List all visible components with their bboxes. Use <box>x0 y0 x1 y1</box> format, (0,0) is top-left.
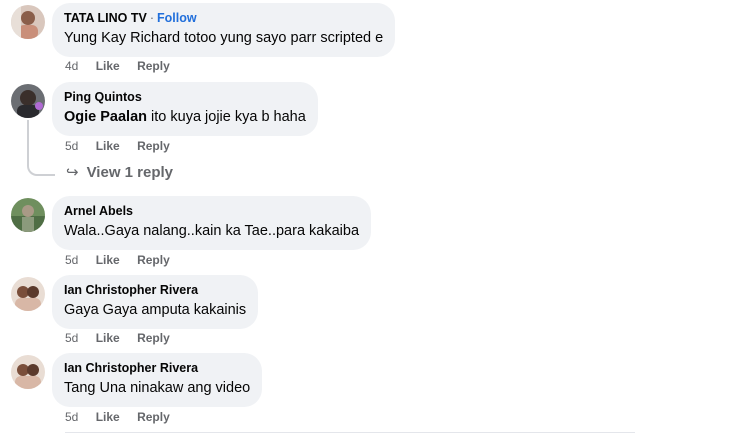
comment-text: ito kuya jojie kya b haha <box>147 109 306 125</box>
comment-time[interactable]: 5d <box>65 410 78 424</box>
reply-button[interactable]: Reply <box>137 59 170 73</box>
comment-time[interactable]: 5d <box>65 253 78 267</box>
comment-author[interactable]: Arnel Abels <box>64 203 359 219</box>
like-button[interactable]: Like <box>96 331 120 345</box>
like-button[interactable]: Like <box>96 253 120 267</box>
like-button[interactable]: Like <box>96 139 120 153</box>
follow-link[interactable]: Follow <box>157 11 197 25</box>
comment-author[interactable]: TATA LINO TV <box>64 11 147 25</box>
comment-text: Tang Una ninakaw ang video <box>64 380 251 396</box>
comment-actions: 5d Like Reply <box>65 331 184 345</box>
view-replies-label: View 1 reply <box>86 164 174 181</box>
comment-time[interactable]: 5d <box>65 139 78 153</box>
comment-bubble: Ping Quintos Ogie Paalan ito kuya jojie … <box>52 82 318 136</box>
comment-bubble: TATA LINO TV · Follow Yung Kay Richard tot… <box>52 3 396 57</box>
comment-bubble: Ian Christopher Rivera Tang Una ninakaw … <box>52 353 263 407</box>
reply-button[interactable]: Reply <box>137 139 170 153</box>
avatar[interactable] <box>11 355 45 389</box>
comment-actions: 5d Like Reply <box>65 139 184 153</box>
thread-line <box>27 120 55 176</box>
view-replies-button[interactable]: ↪ View 1 reply <box>66 163 173 181</box>
comment-actions: 5d Like Reply <box>65 253 184 267</box>
comment-author[interactable]: Ping Quintos <box>64 89 306 105</box>
comment-text: Gaya Gaya amputa kakainis <box>64 302 247 318</box>
comment-text: Yung Kay Richard totoo yung sayo parr sc… <box>64 30 384 46</box>
comment-bubble: Arnel Abels Wala..Gaya nalang..kain ka T… <box>52 196 372 250</box>
comment-actions: 5d Like Reply <box>65 410 184 424</box>
avatar[interactable] <box>11 198 45 232</box>
reply-arrow-icon: ↪ <box>66 164 79 181</box>
avatar[interactable] <box>11 277 45 311</box>
reply-button[interactable]: Reply <box>137 253 170 267</box>
comment-time[interactable]: 5d <box>65 331 78 345</box>
comment-time[interactable]: 4d <box>65 59 78 73</box>
like-button[interactable]: Like <box>96 410 120 424</box>
reply-button[interactable]: Reply <box>137 331 170 345</box>
reply-button[interactable]: Reply <box>137 410 170 424</box>
comment-actions: 4d Like Reply <box>65 59 184 73</box>
avatar[interactable] <box>11 5 45 39</box>
comment-text: Wala..Gaya nalang..kain ka Tae..para kak… <box>64 223 360 239</box>
comment-bubble: Ian Christopher Rivera Gaya Gaya amputa … <box>52 275 259 329</box>
separator-dot: · <box>149 11 155 25</box>
comment-author[interactable]: Ian Christopher Rivera <box>64 282 246 298</box>
avatar[interactable] <box>11 84 45 118</box>
comment-author[interactable]: Ian Christopher Rivera <box>64 360 250 376</box>
mentioned-user[interactable]: Ogie Paalan <box>64 109 147 125</box>
divider <box>65 432 635 433</box>
like-button[interactable]: Like <box>96 59 120 73</box>
